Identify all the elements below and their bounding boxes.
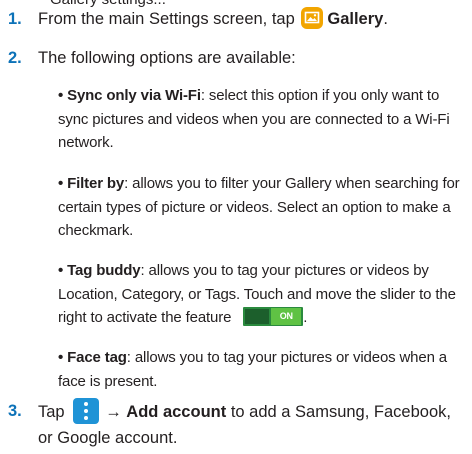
step-target: Add account: [126, 403, 227, 421]
toggle-switch-icon: ON: [243, 307, 304, 326]
bullet-face-tag: • Face tag: allows you to tag your pictu…: [58, 349, 447, 390]
step-number: 1.: [8, 10, 22, 28]
bullet-filter-by: • Filter by: allows you to filter your G…: [58, 175, 460, 239]
bullet-after-toggle: .: [303, 309, 308, 326]
bullet-term: Sync only via Wi-Fi: [67, 87, 201, 104]
bullet-term: Filter by: [67, 175, 125, 192]
bullet-term: Tag buddy: [67, 262, 141, 279]
step-suffix: .: [383, 10, 388, 28]
overflow-menu-icon: [73, 398, 100, 424]
bullet-term: Face tag: [67, 349, 127, 366]
step-suffix: to add a Samsung, Facebook,: [230, 403, 451, 421]
step-text: From the main Settings screen, tap Galle…: [38, 6, 472, 32]
step-prefix: Tap: [38, 403, 65, 421]
step-continuation: or Google account.: [38, 429, 178, 447]
toggle-label: ON: [271, 308, 302, 325]
bullet-tag-buddy: • Tag buddy: allows you to tag your pict…: [58, 262, 456, 326]
gallery-icon: [301, 7, 324, 29]
step-target: Gallery: [327, 10, 384, 28]
step-text: The following options are available:: [38, 49, 296, 67]
arrow-glyph: →: [105, 403, 122, 421]
bullet-sync-wifi: • Sync only via Wi-Fi: select this optio…: [58, 87, 450, 151]
step-text: Tap → Add account to add a Samsung, Face…: [38, 398, 472, 451]
step-number: 3.: [8, 402, 22, 420]
instruction-page: Gallery settings... 1. From the main Set…: [0, 0, 472, 454]
step-number: 2.: [8, 49, 22, 67]
step-prefix: From the main Settings screen, tap: [38, 10, 295, 28]
